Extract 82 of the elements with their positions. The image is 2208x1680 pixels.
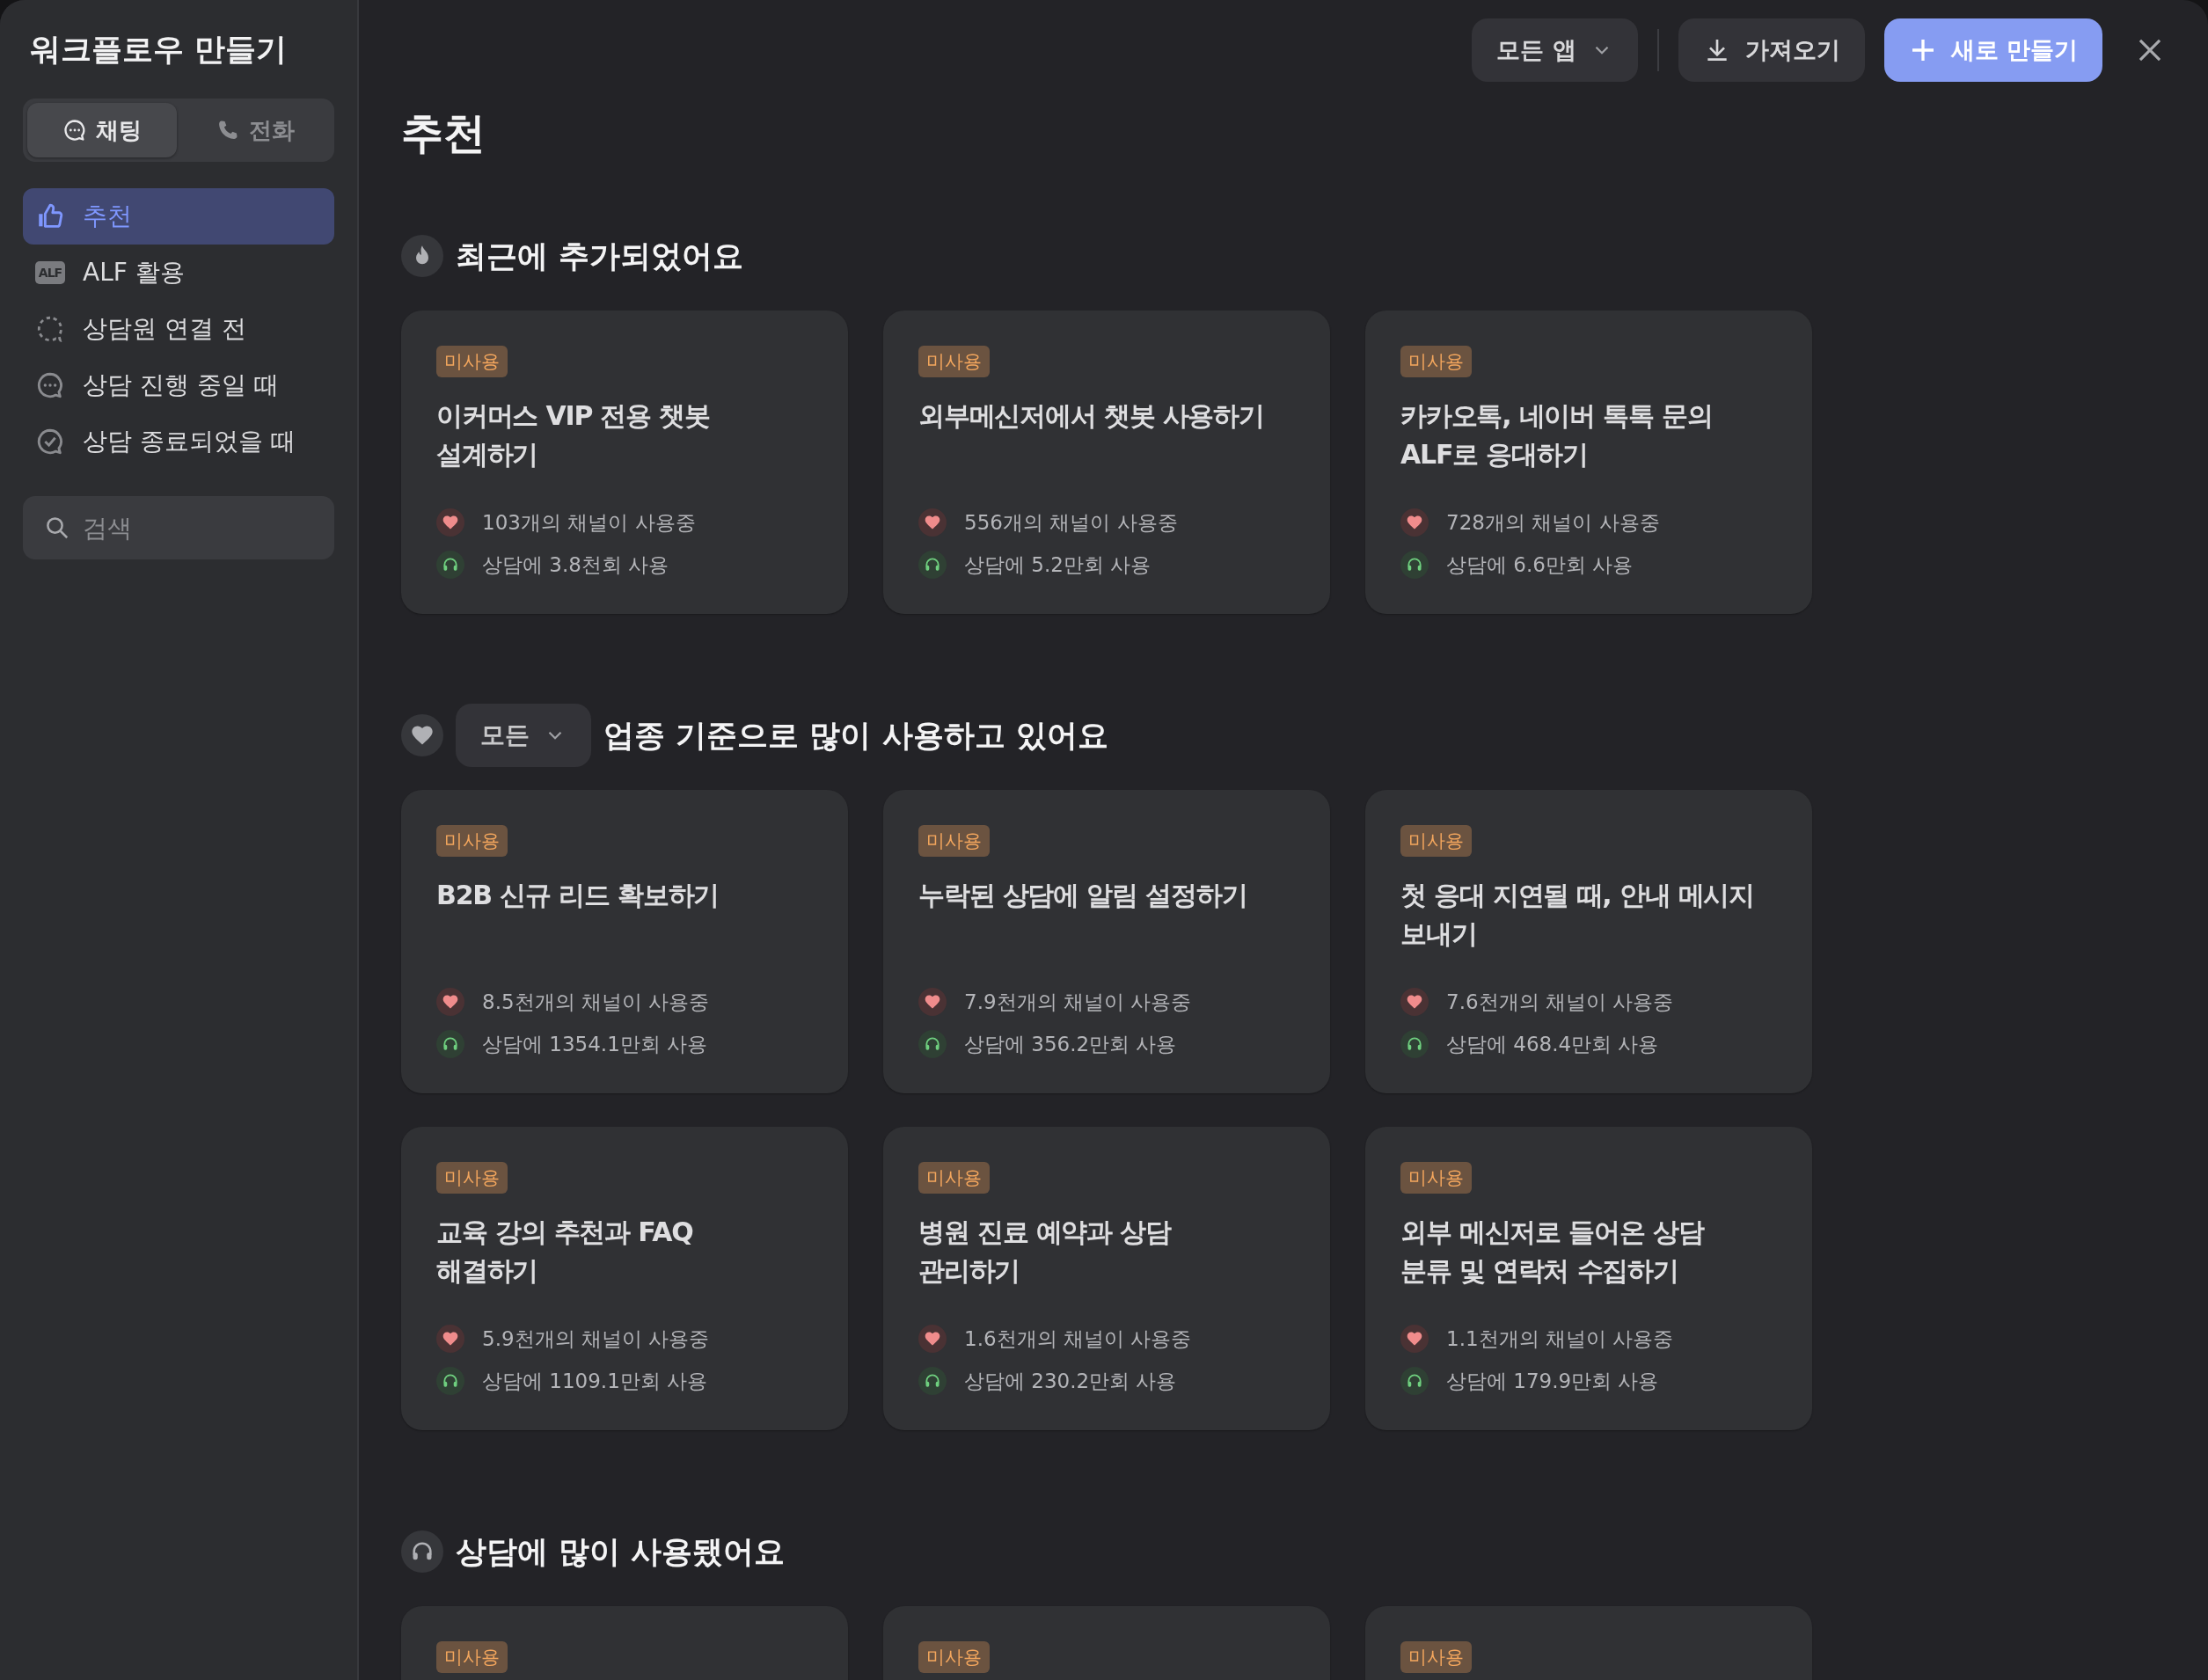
headset-icon — [436, 551, 464, 579]
channel-count: 7.9천개의 채널이 사용중 — [964, 989, 1192, 1015]
category-item[interactable]: 상담 종료되었을 때 — [23, 413, 334, 470]
sidebar-title: 워크플로우 만들기 — [30, 31, 289, 69]
app-filter-dropdown[interactable]: 모든 앱 — [1472, 18, 1638, 82]
headset-icon — [918, 1367, 947, 1395]
usage-count: 상담에 179.9만회 사용 — [1446, 1368, 1659, 1394]
card-title: B2B 신규 리드 확보하기 — [436, 879, 720, 912]
search-icon — [44, 515, 70, 541]
workflow-card[interactable]: 미사용 — [401, 1606, 848, 1680]
usage-count: 상담에 468.4만회 사용 — [1446, 1031, 1659, 1057]
usage-count: 상담에 5.2만회 사용 — [964, 551, 1152, 578]
chat-bubble-icon — [35, 370, 65, 400]
page-title: 추천 — [401, 108, 486, 157]
workflow-card[interactable]: 미사용 누락된 상담에 알림 설정하기 7.9천개의 채널이 사용중 상담에 356.2만회 사용 — [883, 790, 1330, 1093]
channel-count: 7.6천개의 채널이 사용중 — [1446, 989, 1674, 1015]
status-tag: 미사용 — [436, 825, 508, 857]
usage-count: 상담에 1109.1만회 사용 — [482, 1368, 708, 1394]
usage-count: 상담에 356.2만회 사용 — [964, 1031, 1177, 1057]
workflow-card[interactable]: 미사용 — [1365, 1606, 1812, 1680]
workflow-card[interactable]: 미사용 외부 메신저로 들어온 상담 분류 및 연락처 수집하기 1.1천개의 채널이 사용중 상담에 179.9만회 사용 — [1365, 1127, 1812, 1430]
headset-icon — [436, 1367, 464, 1395]
headset-icon — [1400, 1367, 1429, 1395]
workflow-card[interactable]: 미사용 교육 강의 추천과 FAQ 해결하기 5.9천개의 채널이 사용중 상담에 1109.1만회 사용 — [401, 1127, 848, 1430]
usage-count: 상담에 6.6만회 사용 — [1446, 551, 1634, 578]
workflow-card[interactable]: 미사용 병원 진료 예약과 상담 관리하기 1.6천개의 채널이 사용중 상담에 230.2만회 사용 — [883, 1127, 1330, 1430]
category-item[interactable]: 상담원 연결 전 — [23, 301, 334, 357]
status-tag: 미사용 — [1400, 346, 1472, 377]
workflow-card[interactable]: 미사용 외부메신저에서 챗봇 사용하기 556개의 채널이 사용중 상담에 5.2만회 사용 — [883, 310, 1330, 614]
category-item[interactable]: 상담 진행 중일 때 — [23, 357, 334, 413]
usage-count: 상담에 1354.1만회 사용 — [482, 1031, 708, 1057]
search-field[interactable]: 검색 — [23, 496, 334, 559]
workflow-card[interactable]: 미사용 — [883, 1606, 1330, 1680]
card-title: 첫 응대 지연될 때, 안내 메시지 보내기 — [1400, 879, 1755, 951]
usage-count: 상담에 230.2만회 사용 — [964, 1368, 1177, 1394]
headset-icon — [1400, 551, 1429, 579]
headset-icon — [918, 1030, 947, 1058]
channel-count: 5.9천개의 채널이 사용중 — [482, 1326, 710, 1352]
status-tag: 미사용 — [1400, 1162, 1472, 1194]
alf-badge-icon: ALF — [35, 261, 65, 284]
headset-icon — [436, 1030, 464, 1058]
flame-icon — [401, 235, 443, 277]
usage-count: 상담에 3.8천회 사용 — [482, 551, 669, 578]
status-tag: 미사용 — [436, 346, 508, 377]
card-title: 누락된 상담에 알림 설정하기 — [918, 879, 1247, 912]
channel-count: 1.6천개의 채널이 사용중 — [964, 1326, 1192, 1352]
card-title: 외부 메신저로 들어온 상담 분류 및 연락처 수집하기 — [1400, 1216, 1704, 1288]
industry-filter-dropdown[interactable]: 모든 — [456, 704, 591, 767]
channel-tab[interactable]: 채팅 — [27, 103, 177, 157]
check-bubble-icon — [35, 427, 65, 457]
card-title: 병원 진료 예약과 상담 관리하기 — [918, 1216, 1171, 1288]
section-title: 업종 기준으로 많이 사용하고 있어요 — [603, 716, 1108, 755]
card-title: 카카오톡, 네이버 톡톡 문의 ALF로 응대하기 — [1400, 399, 1713, 471]
status-tag: 미사용 — [436, 1162, 508, 1194]
channel-count: 556개의 채널이 사용중 — [964, 509, 1178, 536]
channel-count: 103개의 채널이 사용중 — [482, 509, 696, 536]
status-tag: 미사용 — [918, 825, 990, 857]
workflow-card[interactable]: 미사용 이커머스 VIP 전용 챗봇 설계하기 103개의 채널이 사용중 상담에 3.8천회 사용 — [401, 310, 848, 614]
section-title: 상담에 많이 사용됐어요 — [456, 1532, 786, 1571]
headset-icon — [401, 1530, 443, 1573]
section-title: 최근에 추가되었어요 — [456, 237, 744, 275]
card-title: 외부메신저에서 챗봇 사용하기 — [918, 399, 1264, 433]
card-title: 교육 강의 추천과 FAQ 해결하기 — [436, 1216, 693, 1288]
channel-count: 1.1천개의 채널이 사용중 — [1446, 1326, 1674, 1352]
category-item[interactable]: ALF ALF 활용 — [23, 245, 334, 301]
headset-icon — [918, 551, 947, 579]
status-tag: 미사용 — [1400, 1641, 1472, 1673]
status-tag: 미사용 — [918, 1641, 990, 1673]
workflow-card[interactable]: 미사용 첫 응대 지연될 때, 안내 메시지 보내기 7.6천개의 채널이 사용중 상담에 468.4만회 사용 — [1365, 790, 1812, 1093]
import-button[interactable]: 가져오기 — [1678, 18, 1865, 82]
headset-icon — [1400, 1030, 1429, 1058]
card-title: 이커머스 VIP 전용 챗봇 설계하기 — [436, 399, 710, 471]
chat-bubble-icon — [62, 118, 87, 142]
status-tag: 미사용 — [1400, 825, 1472, 857]
dashed-bubble-icon — [35, 314, 65, 344]
channel-count: 8.5천개의 채널이 사용중 — [482, 989, 710, 1015]
status-tag: 미사용 — [918, 346, 990, 377]
status-tag: 미사용 — [436, 1641, 508, 1673]
channel-count: 728개의 채널이 사용중 — [1446, 509, 1660, 536]
workflow-card[interactable]: 미사용 카카오톡, 네이버 톡톡 문의 ALF로 응대하기 728개의 채널이 사용중 상담에 6.6만회 사용 — [1365, 310, 1812, 614]
workflow-card[interactable]: 미사용 B2B 신규 리드 확보하기 8.5천개의 채널이 사용중 상담에 1354.1만회 사용 — [401, 790, 848, 1093]
status-tag: 미사용 — [918, 1162, 990, 1194]
